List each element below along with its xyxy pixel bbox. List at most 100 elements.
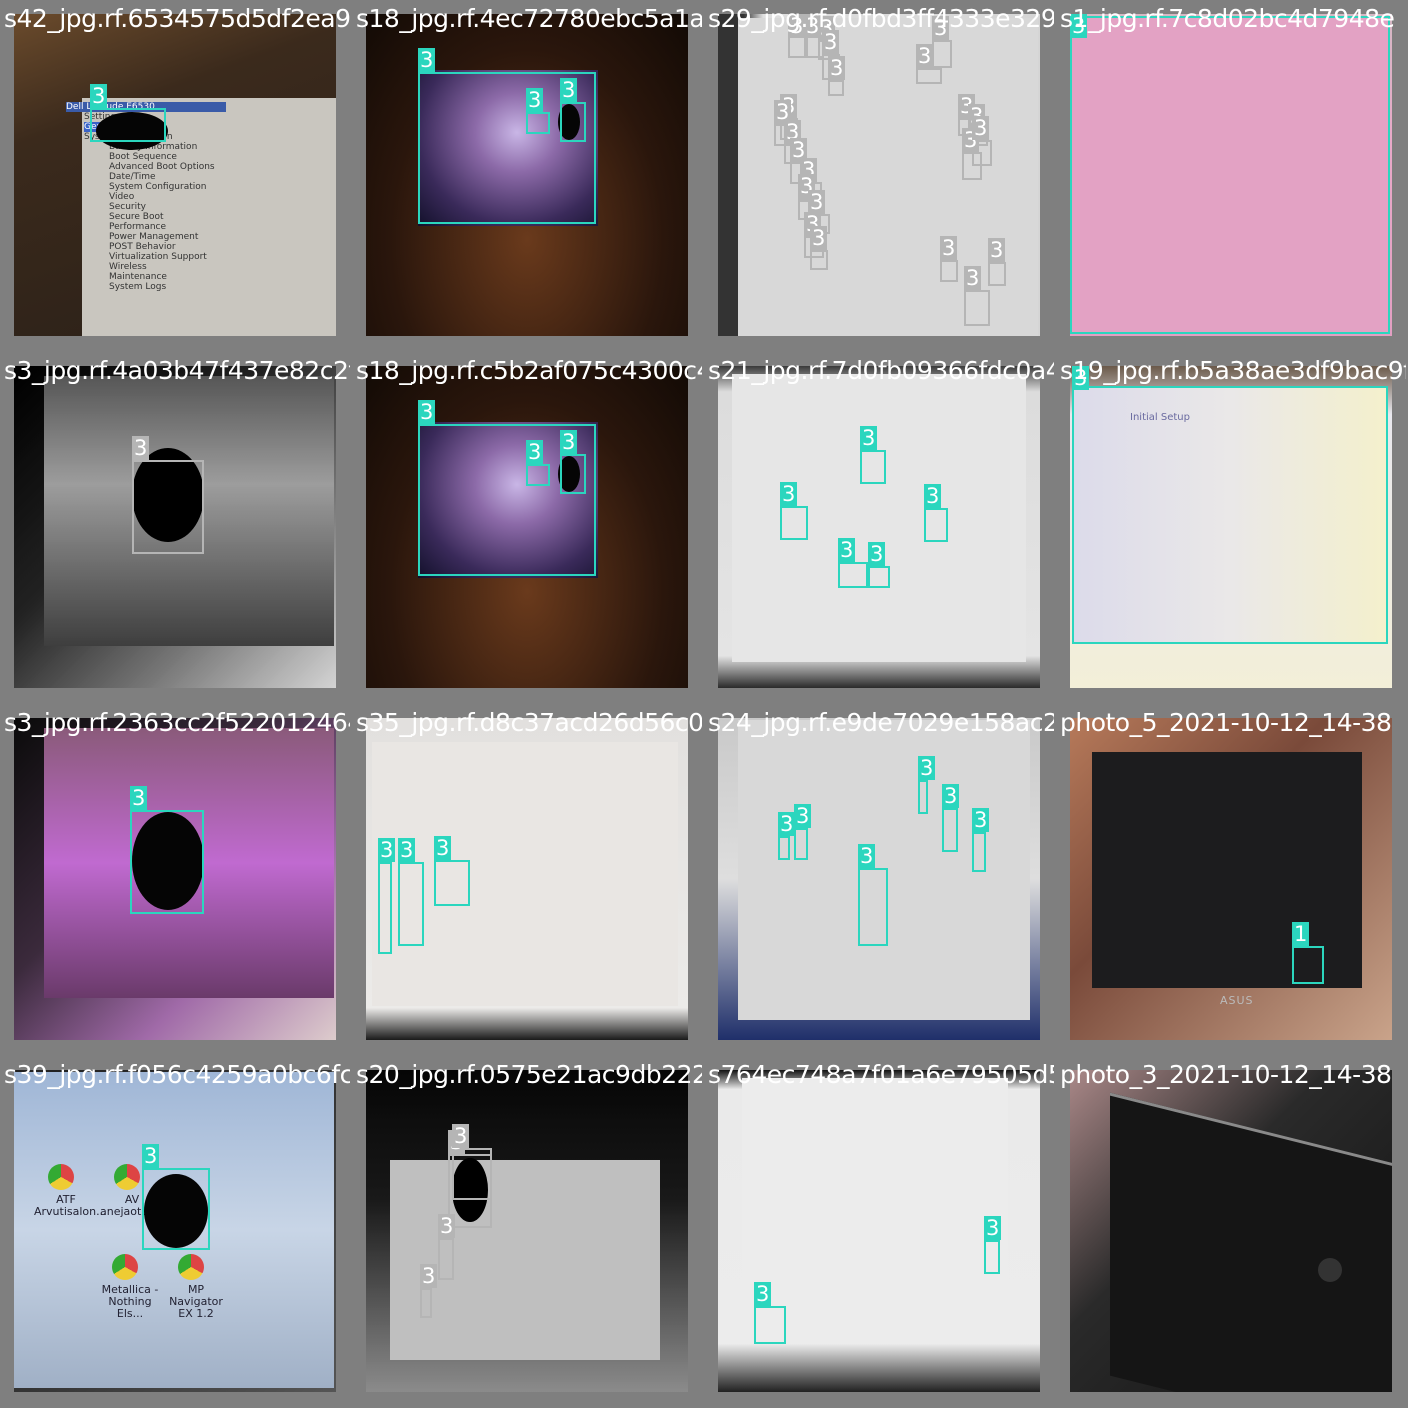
photo: 3 [1070,14,1392,336]
bounding-box [560,454,586,494]
tile: Dell Latitude E6530SettingsGeneralSystem… [0,0,350,350]
class-label: 3 [754,1282,772,1306]
laptop-lid [1110,1092,1392,1392]
screen-area [738,18,1038,336]
class-label: 3 [828,56,846,80]
screen-text: Video [109,192,135,202]
desktop-icon-label: Metallica - Nothing Els... [101,1283,159,1320]
bounding-box [972,832,986,872]
tile: Initial Setup 3 s19_jpg.rf.b5a38ae3df9bac9… [1056,352,1406,702]
tile: 333s35_jpg.rf.d8c37acd26d56c0914424312e4… [352,704,702,1054]
desktop-icon-glyph[interactable] [112,1254,138,1280]
class-label: 3 [838,538,856,562]
bounding-box [838,562,868,588]
tile: 333333s24_jpg.rf.e9de7029e158ac2dbc8f5e2… [704,704,1054,1054]
filename-caption: s18_jpg.rf.4ec72780ebc5a1ac72f3 [356,4,702,33]
screen-text: Secure Boot [109,212,164,222]
desktop-icon-glyph[interactable] [178,1254,204,1280]
filename-caption: photo_3_2021-10-12_14-38 [1060,1060,1392,1089]
bounding-box [132,460,204,554]
bounding-box [1070,16,1390,334]
class-label: 3 [526,88,544,112]
photo: 333 [366,718,688,1040]
bounding-box [142,1168,210,1250]
desktop-icon-glyph[interactable] [114,1164,140,1190]
filename-caption: photo_5_2021-10-12_14-38 [1060,708,1392,737]
tile: 3333s20_jpg.rf.0575e21ac9db222bdf764ec74… [352,1056,702,1406]
class-label: 3 [418,400,436,424]
filename-caption: s19_jpg.rf.b5a38ae3df9bac9f [1060,356,1406,385]
class-label: 3 [988,238,1006,262]
photo: ASUS 1 [1070,718,1392,1040]
bounding-box [780,506,808,540]
bounding-box [810,250,828,270]
brand-logo: ASUS [1220,994,1254,1007]
class-label: 3 [810,226,828,250]
photo: 33 [718,1070,1040,1392]
bounding-box [526,112,550,134]
bounding-box [778,836,790,860]
class-label: 3 [972,808,990,832]
class-label: 3 [984,1216,1002,1240]
screen-text: Security [109,202,146,212]
class-label: 3 [918,756,936,780]
photo: 333 [366,14,688,336]
bounding-box [942,808,958,852]
bounding-box [90,108,166,142]
filename-caption: s1_jpg.rf.7c8d02bc4d7948e [1060,4,1395,33]
bounding-box [420,1288,432,1318]
class-label: 3 [418,48,436,72]
tile: 3 s3_jpg.rf.2363cc2f522012464358920d8c37a… [0,704,350,1054]
filename-caption: s42_jpg.rf.6534575d5df2ea9c83a7f3cbd4e5f… [4,4,350,33]
class-label: 3 [142,1144,160,1168]
bounding-box [1292,946,1324,984]
photo: 33333 [718,366,1040,688]
screen-text: Virtualization Support [109,252,207,262]
class-label: 3 [924,484,942,508]
screen-area [390,1160,660,1360]
class-label: 3 [434,836,452,860]
bounding-box [130,810,204,914]
screen-text: Maintenance [109,272,167,282]
bounding-box [860,450,886,484]
tile: 3 s1_jpg.rf.7c8d02bc4d7948e [1056,0,1406,350]
bounding-box [434,860,470,906]
class-label: 3 [942,784,960,808]
class-label: 3 [794,804,812,828]
class-label: 3 [780,482,798,506]
photo [1070,1070,1392,1392]
filename-caption: s29_jpg.rf.d0fbd3ff4333e329817c1c3a7683f… [708,4,1054,33]
desktop-icon-label: MP Navigator EX 1.2 [169,1283,223,1320]
screen-area [732,374,1026,662]
class-label: 3 [438,1214,456,1238]
class-label: 3 [972,116,990,140]
tile: ATF Arvutisalon... AV anejaotuspl... Metal… [0,1056,350,1406]
class-label: 3 [90,84,108,108]
photo: 3333 [366,1070,688,1392]
screen-text: System Logs [109,282,167,292]
bounding-box [988,262,1006,286]
class-label: 3 [858,844,876,868]
photo: 3 [14,366,336,688]
class-label: 3 [398,838,416,862]
filename-caption: s18_jpg.rf.c5b2af075c4300c492212fc79d6f0… [356,356,702,385]
bounding-box [940,260,958,282]
bounding-box [378,862,392,954]
photo: ATF Arvutisalon... AV anejaotuspl... Metal… [14,1070,336,1392]
bounding-box [1072,386,1388,644]
bounding-box [560,102,586,142]
screen-text: Power Management [109,232,199,242]
tile: 33333333333333333333333s29_jpg.rf.d0fbd3… [704,0,1054,350]
bounding-box [828,80,844,96]
round-button [1318,1258,1342,1282]
class-label: 3 [808,190,826,214]
desktop-icon-glyph[interactable] [48,1164,74,1190]
bounding-box [526,464,550,486]
bounding-box [438,1238,454,1280]
screen-text: POST Behavior [109,242,176,252]
class-label: 3 [560,430,578,454]
filename-caption: s3_jpg.rf.4a03b47f437e82c2f569a0c7c5b2a0… [4,356,350,385]
screen-text: Date/Time [109,172,156,182]
class-label: 1 [1292,922,1310,946]
bounding-box [452,1148,492,1200]
